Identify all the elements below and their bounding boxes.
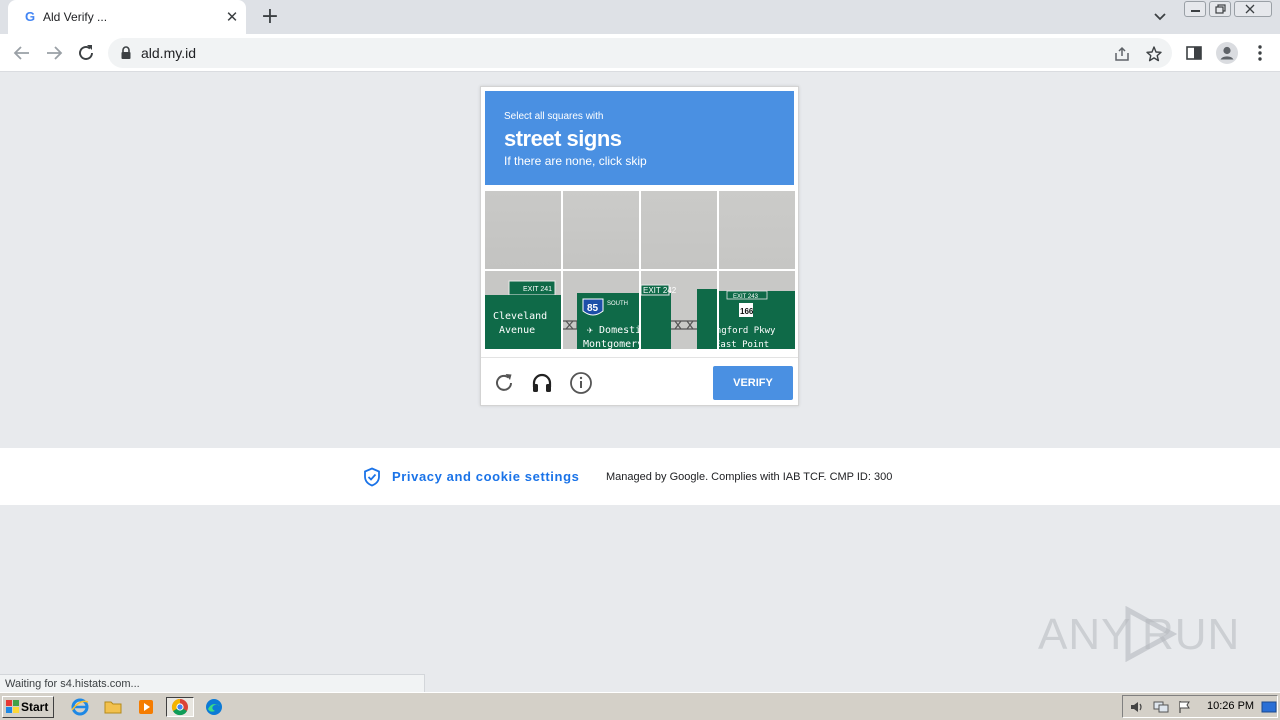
captcha-skip-hint: If there are none, click skip bbox=[504, 154, 647, 168]
side-panel-icon[interactable] bbox=[1184, 43, 1204, 63]
profile-avatar-icon[interactable] bbox=[1215, 41, 1239, 65]
interstate-85-text: 85 bbox=[587, 303, 599, 314]
captcha-target-label: street signs bbox=[504, 126, 622, 151]
cleveland-text: Cleveland bbox=[493, 311, 547, 322]
captcha-instructions: Select all squares with street signs If … bbox=[485, 91, 794, 185]
exit-242-text: EXIT 242 bbox=[643, 286, 677, 295]
captcha-tile-r2c4[interactable]: EXIT 243 166 Langford Pkwy East Point bbox=[719, 271, 795, 349]
new-tab-button[interactable]: + bbox=[258, 5, 282, 29]
tab-close-icon[interactable]: ✕ bbox=[223, 8, 241, 26]
back-arrow-icon[interactable] bbox=[11, 42, 33, 64]
consent-bar: Privacy and cookie settings Managed by G… bbox=[0, 448, 1280, 505]
captcha-tile-r2c1[interactable]: EXIT 241 Cleveland Avenue bbox=[485, 271, 561, 349]
windows-taskbar: Start 10:26 PM bbox=[0, 692, 1280, 720]
exit-243-text: EXIT 243 bbox=[733, 294, 759, 300]
edge-icon[interactable] bbox=[204, 697, 226, 717]
privacy-cookie-settings-link[interactable]: Privacy and cookie settings bbox=[392, 469, 579, 484]
shield-check-icon[interactable] bbox=[362, 467, 382, 492]
exit-241-text: EXIT 241 bbox=[523, 286, 552, 293]
system-tray: 10:26 PM bbox=[1122, 695, 1278, 718]
langford-text: Langford Pkwy bbox=[719, 326, 776, 336]
tab-title: Ald Verify ... bbox=[43, 10, 108, 24]
domestic-text: ✈ Domestic bbox=[587, 325, 639, 336]
captcha-tile-r1c1[interactable] bbox=[485, 191, 561, 269]
captcha-challenge: Select all squares with street signs If … bbox=[480, 86, 799, 406]
audio-challenge-icon[interactable] bbox=[530, 371, 554, 395]
network-icon[interactable] bbox=[1153, 700, 1169, 714]
file-explorer-icon[interactable] bbox=[103, 697, 125, 717]
address-bar[interactable]: ald.my.id bbox=[108, 38, 1172, 68]
bookmark-star-icon[interactable] bbox=[1145, 45, 1163, 63]
watermark-right-text: RUN bbox=[1142, 610, 1241, 659]
montgomery-text: Montgomery bbox=[583, 339, 639, 349]
start-button[interactable]: Start bbox=[2, 696, 54, 718]
south-text: SOUTH bbox=[607, 301, 628, 307]
show-desktop-icon[interactable] bbox=[1261, 700, 1277, 714]
captcha-tile-r2c2[interactable]: 85 SOUTH ✈ Domestic Montgomery bbox=[563, 271, 639, 349]
start-label: Start bbox=[21, 700, 49, 714]
anyrun-watermark: ANY RUN bbox=[1038, 606, 1239, 662]
cmp-managed-text: Managed by Google. Complies with IAB TCF… bbox=[606, 471, 893, 483]
avenue-text: Avenue bbox=[499, 325, 535, 336]
watermark-left-text: ANY bbox=[1038, 610, 1132, 659]
reload-icon[interactable] bbox=[75, 42, 97, 64]
info-icon[interactable] bbox=[569, 371, 593, 395]
browser-titlebar: G Ald Verify ... ✕ + bbox=[0, 0, 1280, 34]
tab-search-chevron-icon[interactable] bbox=[1150, 8, 1170, 26]
page-content: Select all squares with street signs If … bbox=[0, 72, 1280, 693]
action-center-flag-icon[interactable] bbox=[1177, 700, 1193, 714]
captcha-tile-r1c3[interactable] bbox=[641, 191, 717, 269]
chrome-taskbar-icon[interactable] bbox=[166, 697, 194, 717]
google-favicon-icon: G bbox=[24, 9, 36, 24]
captcha-footer: VERIFY bbox=[481, 357, 798, 405]
windows-logo-icon bbox=[6, 700, 20, 717]
close-window-icon[interactable] bbox=[1234, 1, 1272, 17]
lock-icon[interactable] bbox=[120, 46, 132, 65]
captcha-instruction-prefix: Select all squares with bbox=[504, 111, 604, 122]
url-text[interactable]: ald.my.id bbox=[141, 45, 196, 61]
taskbar-clock: 10:26 PM bbox=[1207, 700, 1255, 712]
minimize-window-icon[interactable] bbox=[1184, 1, 1206, 17]
forward-arrow-icon[interactable] bbox=[43, 42, 65, 64]
captcha-tile-r1c2[interactable] bbox=[563, 191, 639, 269]
media-player-icon[interactable] bbox=[136, 697, 158, 717]
captcha-tile-r1c4[interactable] bbox=[719, 191, 795, 269]
share-icon[interactable] bbox=[1113, 45, 1131, 63]
captcha-tile-r2c3[interactable]: EXIT 242 bbox=[641, 271, 717, 349]
route-166-text: 166 bbox=[740, 307, 754, 316]
captcha-image-grid: EXIT 241 Cleveland Avenue 85 SOUTH ✈ Dom… bbox=[485, 191, 795, 349]
browser-tab[interactable]: G Ald Verify ... ✕ bbox=[8, 0, 246, 34]
verify-button[interactable]: VERIFY bbox=[713, 366, 793, 400]
internet-explorer-icon[interactable] bbox=[70, 697, 92, 717]
volume-icon[interactable] bbox=[1129, 700, 1145, 714]
refresh-icon[interactable] bbox=[492, 371, 516, 395]
restore-window-icon[interactable] bbox=[1209, 1, 1231, 17]
status-bubble: Waiting for s4.histats.com... bbox=[0, 674, 425, 693]
east-point-text: East Point bbox=[719, 340, 769, 349]
browser-toolbar: ald.my.id bbox=[0, 34, 1280, 72]
browser-menu-icon[interactable] bbox=[1250, 43, 1270, 63]
